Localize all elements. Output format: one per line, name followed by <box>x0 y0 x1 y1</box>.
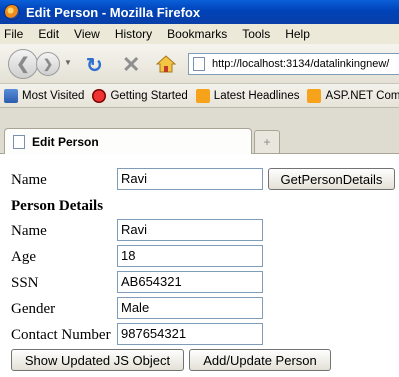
new-tab-button[interactable]: + <box>254 130 280 153</box>
most-visited-icon <box>4 88 18 103</box>
forward-arrow-icon: ❯ <box>42 57 54 71</box>
menu-history[interactable]: History <box>115 27 152 41</box>
url-bar[interactable]: http://localhost:3134/datalinkingnew/ <box>188 53 399 75</box>
menu-bookmarks[interactable]: Bookmarks <box>167 27 227 41</box>
age-label: Age <box>11 249 36 265</box>
bookmark-label: Latest Headlines <box>213 89 300 102</box>
back-button[interactable]: ❮ <box>8 49 38 79</box>
menu-view[interactable]: View <box>74 27 100 41</box>
stop-icon[interactable]: ✕ <box>122 52 140 78</box>
bookmark-label: Getting Started <box>110 89 188 102</box>
bookmark-getting-started[interactable]: Getting Started <box>92 88 188 103</box>
detail-name-label: Name <box>11 223 47 239</box>
navigation-toolbar: ❮ ❯ ▼ ↻ ✕ http://localhost:3134/datalink… <box>0 44 399 84</box>
history-dropdown-icon[interactable]: ▼ <box>64 58 72 67</box>
age-input[interactable]: 18 <box>117 245 263 267</box>
menu-help[interactable]: Help <box>285 27 310 41</box>
bookmarks-toolbar: Most Visited Getting Started Latest Head… <box>0 84 399 108</box>
detail-name-input[interactable]: Ravi <box>117 219 263 241</box>
page-icon <box>193 57 205 71</box>
add-update-person-button[interactable]: Add/Update Person <box>189 349 331 371</box>
bookmark-label: ASP.NET Commun <box>325 89 399 102</box>
plus-icon: + <box>263 135 271 149</box>
gender-label: Gender <box>11 301 56 317</box>
back-arrow-icon: ❮ <box>16 56 30 73</box>
bookmark-aspnet-community[interactable]: ASP.NET Commun <box>307 88 399 103</box>
menu-bar: File Edit View History Bookmarks Tools H… <box>0 24 399 44</box>
reload-icon[interactable]: ↻ <box>86 53 103 78</box>
page-icon <box>13 134 25 149</box>
forward-button[interactable]: ❯ <box>36 52 60 76</box>
getting-started-icon <box>92 88 107 103</box>
bookmark-label: Most Visited <box>22 89 85 102</box>
menu-file[interactable]: File <box>4 27 23 41</box>
window-titlebar: Edit Person - Mozilla Firefox <box>0 0 399 24</box>
tab-edit-person[interactable]: Edit Person <box>4 128 252 154</box>
bookmark-most-visited[interactable]: Most Visited <box>4 88 85 103</box>
url-text: http://localhost:3134/datalinkingnew/ <box>212 58 390 70</box>
menu-edit[interactable]: Edit <box>38 27 59 41</box>
get-person-details-button[interactable]: GetPersonDetails <box>268 168 395 190</box>
ssn-label: SSN <box>11 275 39 291</box>
contact-number-label: Contact Number <box>11 327 111 343</box>
menu-tools[interactable]: Tools <box>242 27 270 41</box>
ssn-input[interactable]: AB654321 <box>117 271 263 293</box>
contact-number-input[interactable]: 987654321 <box>117 323 263 345</box>
rss-icon <box>307 88 322 103</box>
tab-title: Edit Person <box>32 134 99 149</box>
name-input[interactable]: Ravi <box>117 168 263 190</box>
firefox-logo-icon <box>4 4 20 20</box>
window-title: Edit Person - Mozilla Firefox <box>26 4 201 20</box>
home-icon[interactable] <box>156 55 176 73</box>
bookmark-latest-headlines[interactable]: Latest Headlines <box>195 88 300 103</box>
page-content: Name Ravi GetPersonDetails Person Detail… <box>0 155 399 377</box>
gender-input[interactable]: Male <box>117 297 263 319</box>
tab-strip: Edit Person + <box>0 108 399 154</box>
name-label: Name <box>11 172 47 188</box>
show-updated-js-object-button[interactable]: Show Updated JS Object <box>11 349 184 371</box>
rss-icon <box>195 88 210 103</box>
person-details-heading: Person Details <box>11 198 104 214</box>
